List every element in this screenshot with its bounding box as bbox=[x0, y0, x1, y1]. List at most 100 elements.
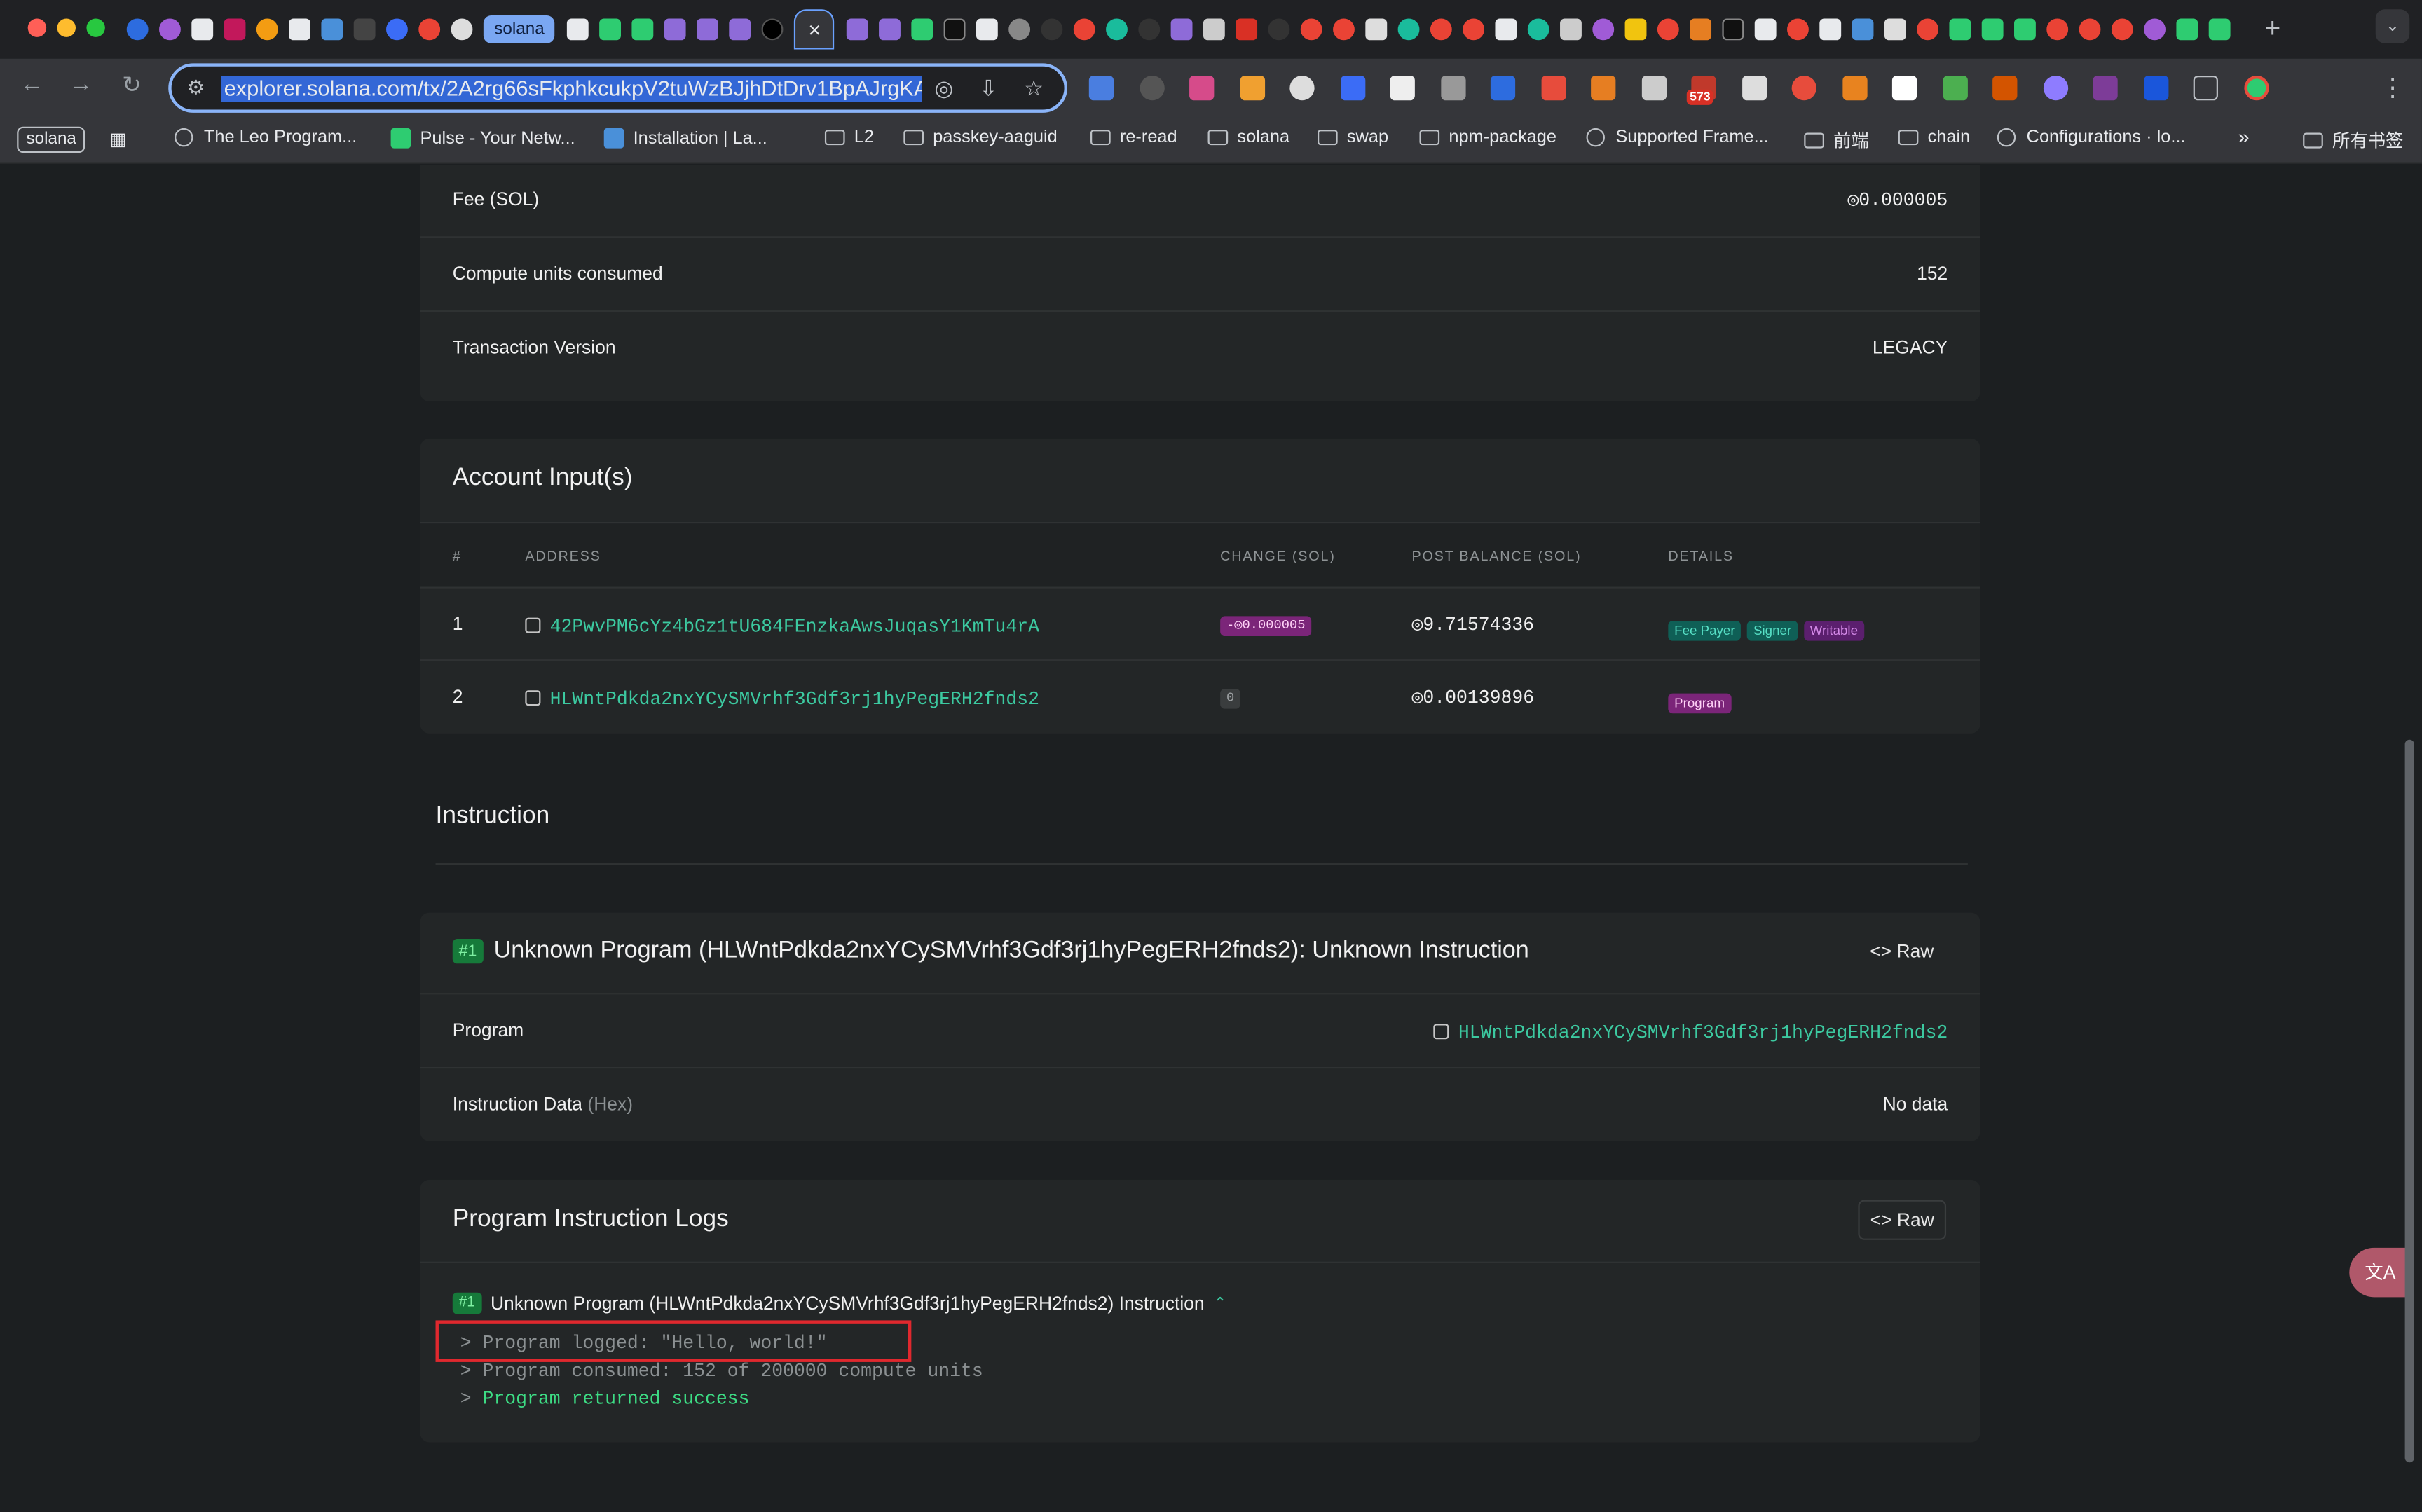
solana-icon[interactable] bbox=[697, 18, 719, 41]
page-scrollbar[interactable] bbox=[2404, 739, 2414, 1463]
tab-icon[interactable] bbox=[1593, 18, 1615, 41]
extension-icon[interactable] bbox=[1339, 75, 1365, 101]
tab-icon[interactable] bbox=[600, 18, 622, 41]
account-address[interactable]: HLWntPdkda2nxYCySMVrhf3Gdf3rj1hyPegERH2f… bbox=[525, 684, 1039, 712]
tab-icon[interactable] bbox=[1690, 18, 1712, 41]
extension-icon[interactable] bbox=[1992, 75, 2018, 101]
account-address[interactable]: 42PwvPM6cYz4bGz1tU684FEnzkaAwsJuqasY1KmT… bbox=[525, 612, 1039, 640]
tab-icon[interactable] bbox=[386, 18, 408, 41]
github-icon[interactable] bbox=[976, 18, 999, 41]
reload-icon[interactable]: ↻ bbox=[122, 71, 142, 99]
bookmark-item[interactable]: The Leo Program... bbox=[175, 128, 357, 147]
qr-code-extension-icon[interactable] bbox=[1641, 75, 1667, 101]
bookmark-folder[interactable]: re-read bbox=[1090, 128, 1177, 146]
bookmark-folder[interactable]: solana bbox=[1207, 128, 1289, 146]
tab-icon[interactable] bbox=[1398, 18, 1421, 41]
raw-button[interactable]: <> Raw bbox=[1858, 1200, 1947, 1240]
bookmark-folder[interactable]: npm-package bbox=[1419, 128, 1556, 146]
bookmark-folder[interactable]: passkey-aaguid bbox=[903, 128, 1058, 146]
copy-icon[interactable] bbox=[1433, 1024, 1449, 1040]
tab-icon[interactable] bbox=[912, 18, 934, 41]
bookmark-chip-solana[interactable]: solana bbox=[17, 126, 86, 153]
tab-group-solana[interactable]: solana bbox=[483, 15, 556, 43]
github-icon[interactable] bbox=[1820, 18, 1842, 41]
bookmark-folder[interactable]: L2 bbox=[824, 128, 874, 146]
extension-icon[interactable] bbox=[2143, 75, 2168, 101]
dev-icon[interactable] bbox=[1723, 18, 1745, 41]
forward-arrow-icon[interactable]: → bbox=[69, 71, 93, 97]
bookmark-item[interactable]: Pulse - Your Netw... bbox=[390, 128, 575, 149]
tab-icon[interactable] bbox=[321, 18, 343, 41]
dev-icon[interactable] bbox=[944, 18, 966, 41]
extension-icon[interactable] bbox=[1591, 75, 1616, 101]
extension-icon[interactable] bbox=[1540, 75, 1566, 101]
tab-icon[interactable] bbox=[1041, 18, 1064, 41]
bookmark-item[interactable]: Configurations · lo... bbox=[1997, 128, 2185, 147]
bookmark-folder[interactable]: 前端 bbox=[1804, 128, 1869, 153]
extension-icon[interactable] bbox=[1791, 75, 1817, 101]
tab-search-chevron-icon[interactable]: ⌄ bbox=[2375, 9, 2410, 43]
active-tab[interactable]: × bbox=[794, 9, 835, 50]
tab-icon[interactable] bbox=[1852, 18, 1875, 41]
tab-icon[interactable] bbox=[1236, 18, 1258, 41]
tab-icon[interactable] bbox=[2177, 18, 2199, 41]
extension-icon[interactable] bbox=[1490, 75, 1516, 101]
tab-icon[interactable] bbox=[1982, 18, 2004, 41]
github-icon[interactable] bbox=[1496, 18, 1518, 41]
tab-icon[interactable] bbox=[1560, 18, 1582, 41]
extension-icon[interactable] bbox=[1942, 75, 1967, 101]
tab-icon[interactable] bbox=[632, 18, 655, 41]
bookmarks-overflow-icon[interactable]: » bbox=[2238, 125, 2250, 149]
raw-button[interactable]: <> Raw bbox=[1870, 940, 1934, 962]
tab-icon[interactable] bbox=[1884, 18, 1907, 41]
tab-icon[interactable] bbox=[1528, 18, 1550, 41]
metamask-extension-icon[interactable] bbox=[1842, 75, 1867, 101]
google-icon[interactable] bbox=[1463, 18, 1485, 41]
back-arrow-icon[interactable]: ← bbox=[20, 71, 43, 97]
tab-icon[interactable] bbox=[1366, 18, 1388, 41]
github-icon[interactable] bbox=[567, 18, 589, 41]
solana-icon[interactable] bbox=[664, 18, 687, 41]
tab-icon[interactable] bbox=[2014, 18, 2037, 41]
lens-icon[interactable]: ◎ bbox=[934, 76, 953, 102]
copy-icon[interactable] bbox=[525, 690, 541, 706]
google-icon[interactable] bbox=[2079, 18, 2102, 41]
site-settings-icon[interactable]: ⚙ bbox=[187, 76, 205, 100]
translate-extension-icon[interactable] bbox=[1088, 75, 1114, 101]
tab-icon[interactable] bbox=[2209, 18, 2231, 41]
google-icon[interactable] bbox=[2112, 18, 2134, 41]
extension-icon[interactable] bbox=[1891, 75, 1917, 101]
maximize-window-button[interactable] bbox=[86, 18, 105, 37]
solana-icon[interactable] bbox=[847, 18, 869, 41]
bookmark-item[interactable]: Installation | La... bbox=[603, 128, 767, 149]
bookmark-star-icon[interactable]: ☆ bbox=[1024, 76, 1044, 102]
bookmark-folder[interactable]: chain bbox=[1898, 128, 1970, 146]
url-text[interactable]: explorer.solana.com/tx/2A2rg66sFkphkcukp… bbox=[221, 75, 922, 102]
tab-icon[interactable] bbox=[1203, 18, 1226, 41]
github-icon[interactable] bbox=[191, 18, 214, 41]
extension-icon[interactable] bbox=[1189, 75, 1215, 101]
tab-icon[interactable] bbox=[1139, 18, 1161, 41]
extension-icon[interactable] bbox=[1742, 75, 1767, 101]
google-icon[interactable] bbox=[1787, 18, 1809, 41]
google-icon[interactable] bbox=[2047, 18, 2069, 41]
github-icon[interactable] bbox=[289, 18, 311, 41]
extension-icon[interactable] bbox=[1390, 75, 1415, 101]
bookmark-folder[interactable]: swap bbox=[1318, 128, 1388, 146]
new-tab-button[interactable]: + bbox=[2264, 13, 2280, 45]
tab-icon[interactable] bbox=[256, 18, 278, 41]
solana-icon[interactable] bbox=[880, 18, 901, 41]
extension-icon[interactable]: 573 bbox=[1686, 75, 1716, 105]
extension-icon[interactable] bbox=[2042, 75, 2068, 101]
tab-icon[interactable] bbox=[1268, 18, 1291, 41]
tab-icon[interactable] bbox=[159, 18, 181, 41]
copy-icon[interactable] bbox=[525, 617, 541, 633]
install-app-icon[interactable]: ⇩ bbox=[979, 76, 997, 102]
tab-icon[interactable] bbox=[126, 18, 149, 41]
tab-icon[interactable] bbox=[1625, 18, 1648, 41]
google-icon[interactable] bbox=[1301, 18, 1323, 41]
google-icon[interactable] bbox=[1430, 18, 1453, 41]
tab-icon[interactable] bbox=[2144, 18, 2166, 41]
close-window-button[interactable] bbox=[27, 18, 47, 37]
tab-icon[interactable] bbox=[762, 18, 784, 41]
